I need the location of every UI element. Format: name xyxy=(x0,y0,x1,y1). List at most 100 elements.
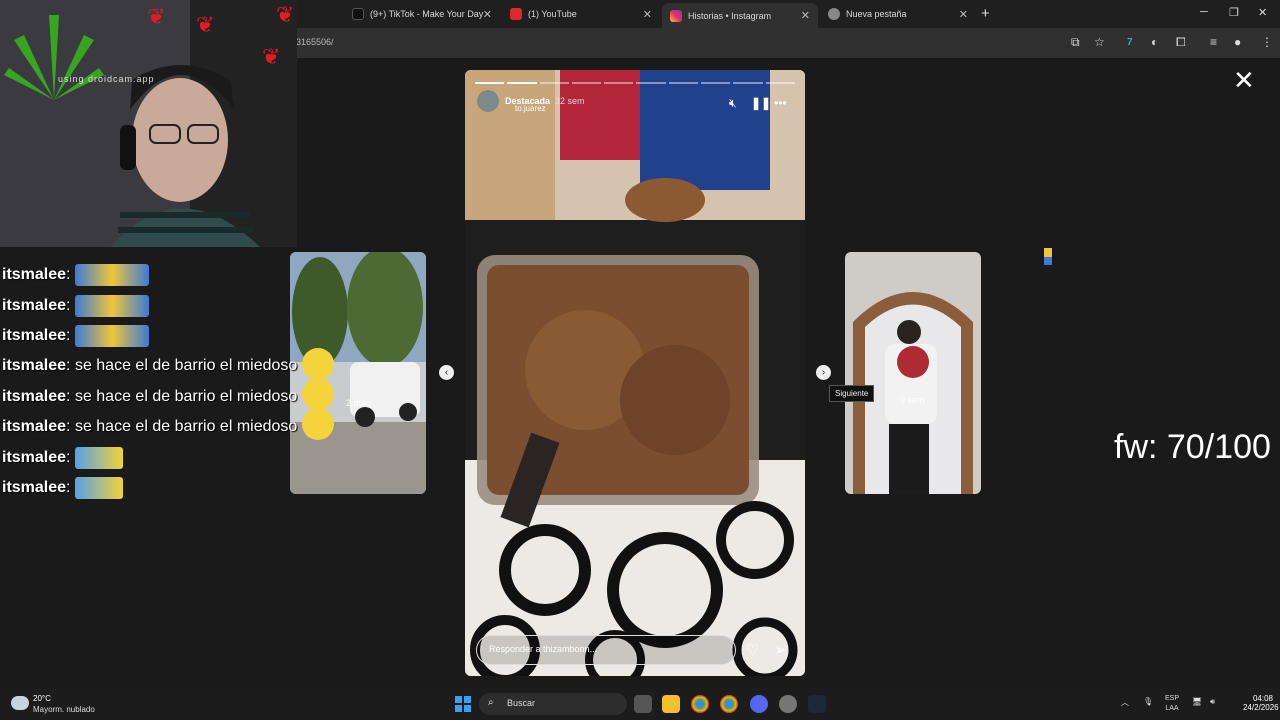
tab-tiktok[interactable]: (9+) TikTok - Make Your Day ✕ xyxy=(344,3,500,25)
language-code: ESP xyxy=(1164,695,1179,702)
chat-message: se hace el de barrio el miedoso xyxy=(74,387,298,405)
reply-input[interactable]: Responder a thizambonn... xyxy=(476,635,736,665)
mute-icon[interactable]: 🔇︎ xyxy=(729,96,737,111)
search-icon: ⌕ xyxy=(488,697,494,708)
chat-username: itsmalee xyxy=(2,418,67,436)
chat-line: itsmalee: se hace el de barrio el miedos… xyxy=(2,387,298,405)
chrome-icon[interactable] xyxy=(691,695,709,713)
pause-icon[interactable]: ❚❚ xyxy=(751,96,771,110)
chat-message: se hace el de barrio el miedoso xyxy=(74,357,298,375)
chat-line: itsmalee: xyxy=(2,442,298,472)
extensions-puzzle-icon[interactable]: ⧠ xyxy=(1176,35,1186,50)
chat-username: itsmalee xyxy=(2,296,67,314)
weather-cloud-icon[interactable] xyxy=(11,696,29,710)
file-explorer-icon[interactable] xyxy=(662,695,680,713)
new-tab-button[interactable]: + xyxy=(981,5,990,22)
extension-icon[interactable]: 7 xyxy=(1127,37,1133,48)
tab-label: (9+) TikTok - Make Your Day xyxy=(370,9,484,19)
chat-overlay: itsmalee: itsmalee: itsmalee: itsmalee: … xyxy=(2,260,298,503)
tab-youtube[interactable]: (1) YouTube ✕ xyxy=(502,3,660,25)
send-icon[interactable]: ➢ xyxy=(774,641,787,659)
network-icon[interactable]: 🖥︎ xyxy=(1192,697,1202,706)
tab-label: Historias • Instagram xyxy=(688,10,772,21)
fw-counter: fw: 70/100 xyxy=(1114,428,1271,466)
story-image xyxy=(465,70,805,676)
globe-icon xyxy=(828,8,840,20)
clock[interactable]: 04:08 24/2/2026 xyxy=(1243,694,1279,712)
butterfly-icon: ❦ xyxy=(196,12,215,37)
youtube-icon xyxy=(510,8,522,20)
close-icon[interactable]: ✕ xyxy=(643,8,652,21)
tab-new[interactable]: Nueva pestaña ✕ xyxy=(820,3,976,25)
story-card: Destacada 32 sem to.juarez 🔇︎ ❚❚ ••• xyxy=(465,70,805,676)
chat-line: itsmalee: se hace el de barrio el miedos… xyxy=(2,418,298,436)
instagram-icon xyxy=(670,9,682,22)
previous-story-preview[interactable]: 2 días xyxy=(290,252,426,494)
close-icon[interactable]: ✕ xyxy=(1233,67,1255,93)
search-label: Buscar xyxy=(507,698,536,708)
chat-message: se hace el de barrio el miedoso xyxy=(74,418,298,436)
taskbar-search[interactable]: ⌕ Buscar xyxy=(479,693,627,715)
chat-username: itsmalee xyxy=(2,448,67,466)
steam-icon[interactable] xyxy=(808,695,826,713)
maximize-icon[interactable]: ❐ xyxy=(1229,6,1239,19)
clock-date: 24/2/2026 xyxy=(1243,703,1279,712)
cast-icon[interactable]: ⧉ xyxy=(1071,35,1080,50)
profile-icon[interactable]: ● xyxy=(1234,35,1241,49)
chat-line: itsmalee: xyxy=(2,473,298,503)
close-icon[interactable]: ✕ xyxy=(959,8,968,21)
emote-icon xyxy=(74,294,149,317)
preview-time: 2 días xyxy=(346,398,371,408)
previous-story-button[interactable]: ‹ xyxy=(439,365,454,380)
tiktok-icon xyxy=(352,8,364,20)
heart-icon[interactable]: ♡ xyxy=(746,641,759,659)
weather-temp[interactable]: 20°C xyxy=(33,694,51,703)
chat-line: itsmalee: xyxy=(2,260,298,290)
discord-icon[interactable] xyxy=(750,695,768,713)
tab-instagram[interactable]: Historias • Instagram ✕ xyxy=(662,3,818,28)
chat-line: itsmalee: xyxy=(2,321,298,351)
character-sticker-icon xyxy=(1044,248,1052,265)
butterfly-icon: ❦ xyxy=(262,44,281,69)
next-tooltip: Siguiente xyxy=(829,385,875,402)
task-view-icon[interactable] xyxy=(634,695,652,713)
tab-label: (1) YouTube xyxy=(528,9,577,19)
close-icon[interactable]: ✕ xyxy=(483,8,492,21)
dark-mode-icon[interactable]: ◐ xyxy=(1151,35,1158,49)
chrome-active-icon[interactable] xyxy=(720,695,738,713)
url-field[interactable]: 3165506/ xyxy=(296,37,334,47)
emote-icon xyxy=(74,446,123,469)
chat-username: itsmalee xyxy=(2,387,67,405)
avatar[interactable] xyxy=(477,90,499,112)
next-story-preview[interactable] xyxy=(845,252,981,494)
language-indicator[interactable]: ESP LAA xyxy=(1163,694,1181,714)
next-story-button[interactable]: › xyxy=(816,365,831,380)
window-close-icon[interactable]: ✕ xyxy=(1258,6,1267,19)
obs-icon[interactable] xyxy=(779,695,797,713)
weather-condition[interactable]: Mayorm. nublado xyxy=(33,705,95,714)
preview-image xyxy=(290,252,426,494)
minimize-icon[interactable]: ─ xyxy=(1200,6,1208,18)
tab-label: Nueva pestaña xyxy=(846,9,907,19)
story-header: Destacada 32 sem to.juarez xyxy=(477,90,585,113)
chat-username: itsmalee xyxy=(2,326,67,344)
start-button[interactable] xyxy=(455,696,471,712)
emote-icon xyxy=(74,476,123,499)
menu-dots-icon[interactable]: ⋮ xyxy=(1261,35,1273,49)
story-subtitle[interactable]: to.juarez xyxy=(515,104,546,113)
microphone-icon[interactable]: 🎙︎ xyxy=(1143,697,1153,706)
volume-icon[interactable]: 🔊︎ xyxy=(1210,697,1215,707)
chat-line: itsmalee: xyxy=(2,290,298,320)
keyboard-layout: LAA xyxy=(1165,705,1179,712)
preview-time: 9 sem xyxy=(900,395,925,405)
bookmark-star-icon[interactable]: ☆ xyxy=(1094,35,1105,49)
chat-username: itsmalee xyxy=(2,357,67,375)
chat-username: itsmalee xyxy=(2,266,67,284)
reading-list-icon[interactable]: ≡ xyxy=(1210,35,1217,49)
tray-chevron-icon[interactable]: ︿ xyxy=(1121,697,1129,708)
close-icon[interactable]: ✕ xyxy=(801,9,810,22)
more-icon[interactable]: ••• xyxy=(774,96,787,110)
chat-username: itsmalee xyxy=(2,478,67,496)
preview-image xyxy=(845,252,981,494)
webcam-overlay: using droidcam.app xyxy=(0,0,297,247)
